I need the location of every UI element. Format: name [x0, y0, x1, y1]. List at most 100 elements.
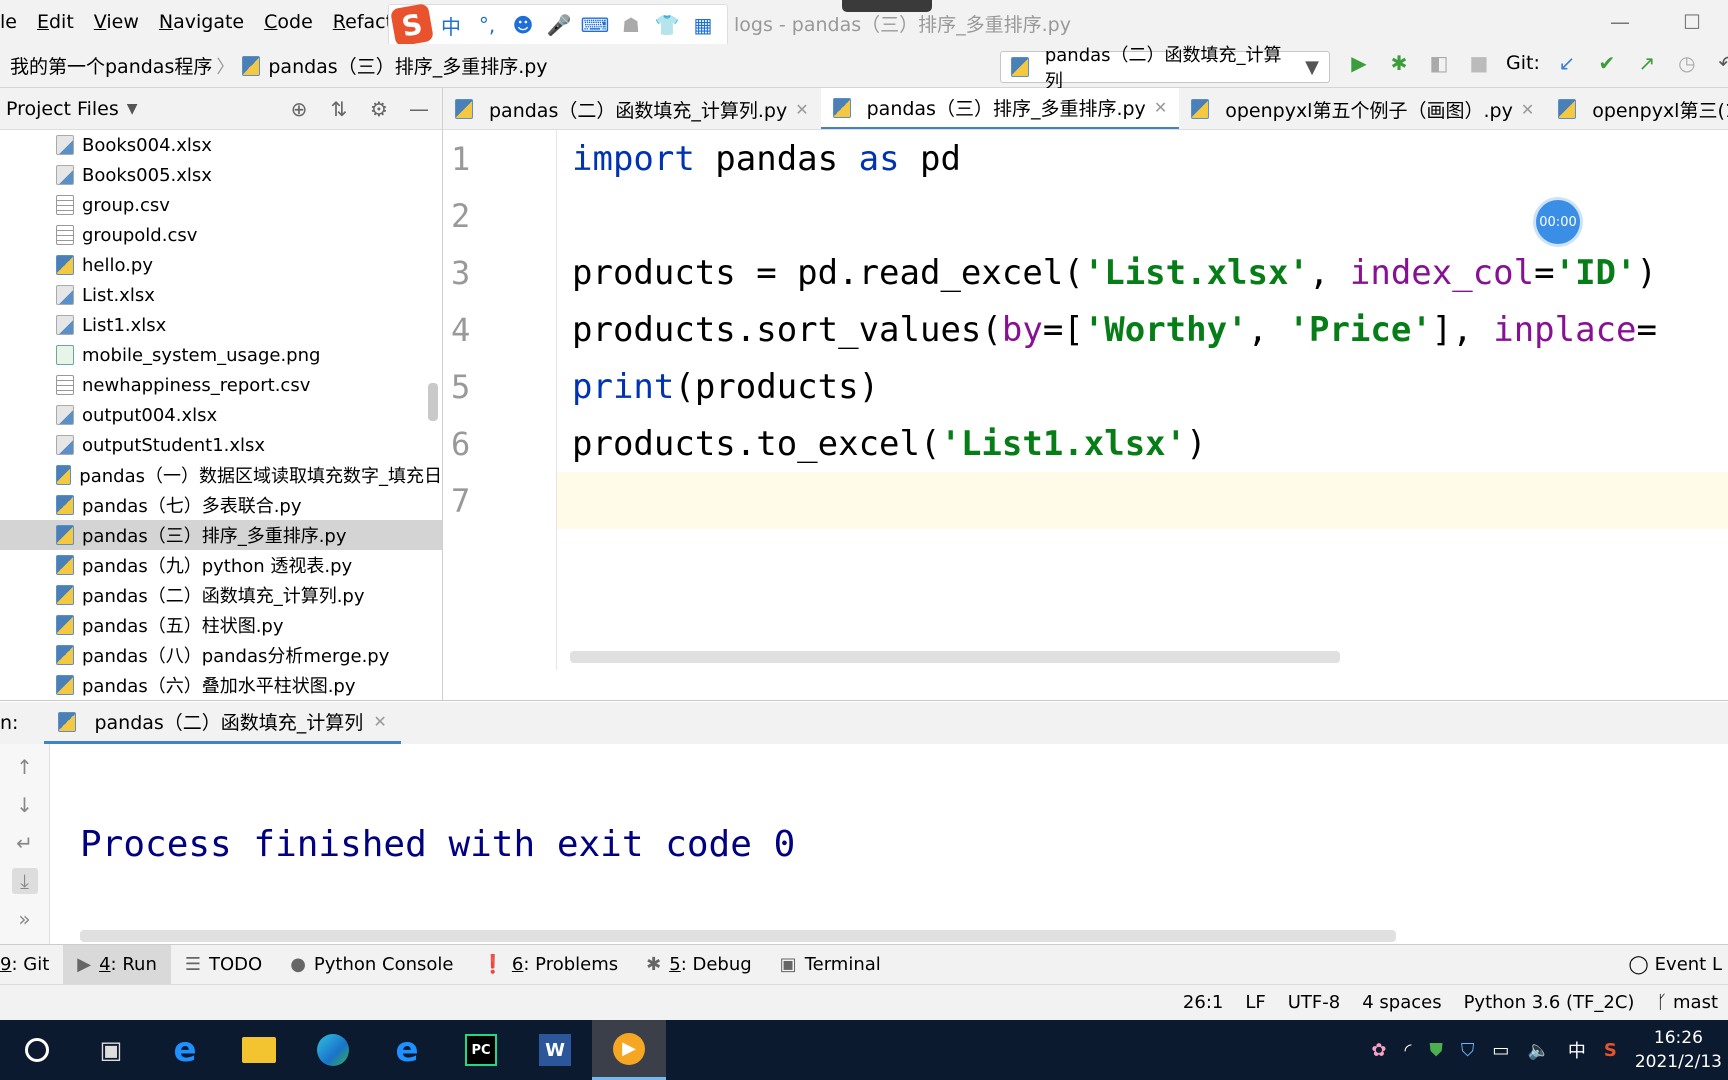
shield-icon[interactable]: ⛊	[1429, 1040, 1443, 1061]
tool-window-button[interactable]: ● Python Console	[276, 945, 467, 985]
wifi-icon[interactable]: ◜	[1404, 1040, 1411, 1061]
event-log-button[interactable]: ◯ Event L	[1629, 954, 1728, 975]
clock[interactable]: 16:26 2021/2/13	[1635, 1026, 1722, 1074]
editor-tab[interactable]: openpyxl第三(1)个例子(改	[1546, 88, 1728, 129]
arrow-down-icon[interactable]: ↓	[12, 792, 38, 818]
tree-item[interactable]: group.csv	[0, 190, 442, 220]
run-icon[interactable]: ▶	[1346, 50, 1372, 76]
start-button[interactable]	[0, 1020, 74, 1080]
interpreter[interactable]: Python 3.6 (TF_2C)	[1464, 992, 1635, 1013]
punctuation-icon[interactable]: °,	[471, 13, 503, 37]
more-icon[interactable]: »	[12, 906, 38, 932]
menu-item-view[interactable]: View	[84, 11, 149, 33]
rollback-icon[interactable]: ↶	[1714, 50, 1728, 76]
tool-window-button[interactable]: ✱ 5: Debug	[632, 945, 766, 985]
flower-icon[interactable]: ✿	[1371, 1040, 1386, 1061]
project-panel-title[interactable]: Project Files	[6, 98, 119, 120]
tool-window-button[interactable]: ❗ 6: Problems	[468, 945, 633, 985]
run-config-select[interactable]: pandas（二）函数填充_计算列 ▼	[1000, 45, 1330, 92]
recording-timer[interactable]: 00:00	[1536, 200, 1580, 244]
indent-setting[interactable]: 4 spaces	[1362, 992, 1441, 1013]
task-view-button[interactable]: ▣	[74, 1020, 148, 1080]
tree-item[interactable]: List1.xlsx	[0, 310, 442, 340]
tool-window-button[interactable]: 9: Git	[0, 945, 63, 985]
history-icon[interactable]: ◷	[1674, 50, 1700, 76]
close-icon[interactable]: ✕	[1521, 100, 1534, 119]
tool-window-button[interactable]: ☰ TODO	[171, 945, 276, 985]
git-push-icon[interactable]: ↗	[1634, 50, 1660, 76]
editor-tab[interactable]: pandas（三）排序_多重排序.py ✕	[820, 88, 1180, 129]
tree-item[interactable]: pandas（九）python 透视表.py	[0, 550, 442, 580]
emoji-icon[interactable]: ☻	[507, 13, 539, 37]
sogou-logo-icon[interactable]: S	[389, 2, 435, 48]
sogou-tray-icon[interactable]: S	[1604, 1040, 1617, 1061]
explorer-taskbar-button[interactable]	[222, 1020, 296, 1080]
editor-hscrollbar[interactable]	[570, 651, 1340, 663]
close-icon[interactable]: ✕	[1154, 98, 1167, 117]
console-output[interactable]: Process finished with exit code 0	[50, 744, 1728, 944]
editor-tab[interactable]: pandas（二）函数填充_计算列.py ✕	[443, 88, 821, 129]
apps-icon[interactable]: ▦	[687, 13, 719, 37]
volume-icon[interactable]: 🔈	[1527, 1040, 1549, 1061]
tree-item[interactable]: outputStudent1.xlsx	[0, 430, 442, 460]
git-update-icon[interactable]: ↙	[1554, 50, 1580, 76]
gear-icon[interactable]: ⚙	[366, 96, 392, 122]
tree-item[interactable]: pandas（八）pandas分析merge.py	[0, 640, 442, 670]
menu-item-edit[interactable]: Edit	[27, 11, 84, 33]
word-taskbar-button[interactable]: W	[518, 1020, 592, 1080]
tree-item[interactable]: pandas（七）多表联合.py	[0, 490, 442, 520]
microphone-icon[interactable]: 🎤	[543, 13, 575, 37]
line-separator[interactable]: LF	[1245, 992, 1265, 1013]
collapse-all-icon[interactable]: ⇅	[326, 96, 352, 122]
tree-item[interactable]: pandas（三）排序_多重排序.py	[0, 520, 442, 550]
pycharm-taskbar-button[interactable]: PC	[444, 1020, 518, 1080]
tree-scrollbar[interactable]	[428, 383, 438, 421]
console-hscrollbar[interactable]	[80, 930, 1396, 942]
ime-lang-button[interactable]: 中	[435, 11, 467, 40]
tree-item[interactable]: Books004.xlsx	[0, 130, 442, 160]
close-icon[interactable]: ✕	[795, 100, 808, 119]
tree-item[interactable]: newhappiness_report.csv	[0, 370, 442, 400]
tree-item[interactable]: pandas（二）函数填充_计算列.py	[0, 580, 442, 610]
git-commit-icon[interactable]: ✔	[1594, 50, 1620, 76]
hide-icon[interactable]: —	[406, 96, 432, 122]
minimize-button[interactable]: —	[1584, 0, 1656, 44]
editor-tab[interactable]: openpyxl第五个例子（画图）.py ✕	[1179, 88, 1546, 129]
soft-wrap-icon[interactable]: ↵	[12, 830, 38, 856]
maximize-button[interactable]: ☐	[1656, 0, 1728, 44]
user-icon[interactable]: ☗	[615, 13, 647, 37]
file-encoding[interactable]: UTF-8	[1288, 992, 1340, 1013]
edge-taskbar-button[interactable]	[296, 1020, 370, 1080]
menu-item-code[interactable]: Code	[254, 11, 323, 33]
tree-item[interactable]: Books005.xlsx	[0, 160, 442, 190]
arrow-up-icon[interactable]: ↑	[12, 754, 38, 780]
run-tab[interactable]: pandas（二）函数填充_计算列 ✕	[44, 702, 401, 744]
tree-item[interactable]: hello.py	[0, 250, 442, 280]
tree-item[interactable]: mobile_system_usage.png	[0, 340, 442, 370]
menu-item-le[interactable]: le	[0, 11, 27, 33]
tool-window-button[interactable]: ▣ Terminal	[766, 945, 895, 985]
breadcrumb-file[interactable]: pandas（三）排序_多重排序.py	[268, 52, 547, 79]
caret-position[interactable]: 26:1	[1183, 992, 1223, 1013]
close-icon[interactable]: ✕	[373, 712, 386, 731]
tool-window-button[interactable]: ▶ 4: Run	[63, 944, 171, 985]
tree-item[interactable]: pandas（六）叠加水平柱状图.py	[0, 670, 442, 700]
keyboard-icon[interactable]: ⌨	[579, 13, 611, 37]
debug-icon[interactable]: ✱	[1386, 50, 1412, 76]
battery-icon[interactable]: ▭	[1492, 1040, 1509, 1061]
recorder-taskbar-button[interactable]: ▶	[592, 1020, 666, 1080]
tree-item[interactable]: List.xlsx	[0, 280, 442, 310]
skin-icon[interactable]: 👕	[651, 13, 683, 37]
tree-item[interactable]: groupold.csv	[0, 220, 442, 250]
tree-item[interactable]: pandas（五）柱状图.py	[0, 610, 442, 640]
menu-item-navigate[interactable]: Navigate	[149, 11, 254, 33]
security-icon[interactable]: ⛉	[1461, 1040, 1475, 1061]
git-branch[interactable]: ᚴ mast	[1656, 992, 1718, 1013]
ie2-taskbar-button[interactable]: e	[370, 1020, 444, 1080]
locate-icon[interactable]: ⊕	[286, 96, 312, 122]
panel-divider[interactable]	[0, 700, 1728, 701]
coverage-icon[interactable]: ◧	[1426, 50, 1452, 76]
stop-icon[interactable]: ■	[1466, 50, 1492, 76]
ime-tray-label[interactable]: 中	[1568, 1037, 1586, 1063]
scroll-to-end-icon[interactable]: ⤓	[11, 868, 38, 894]
